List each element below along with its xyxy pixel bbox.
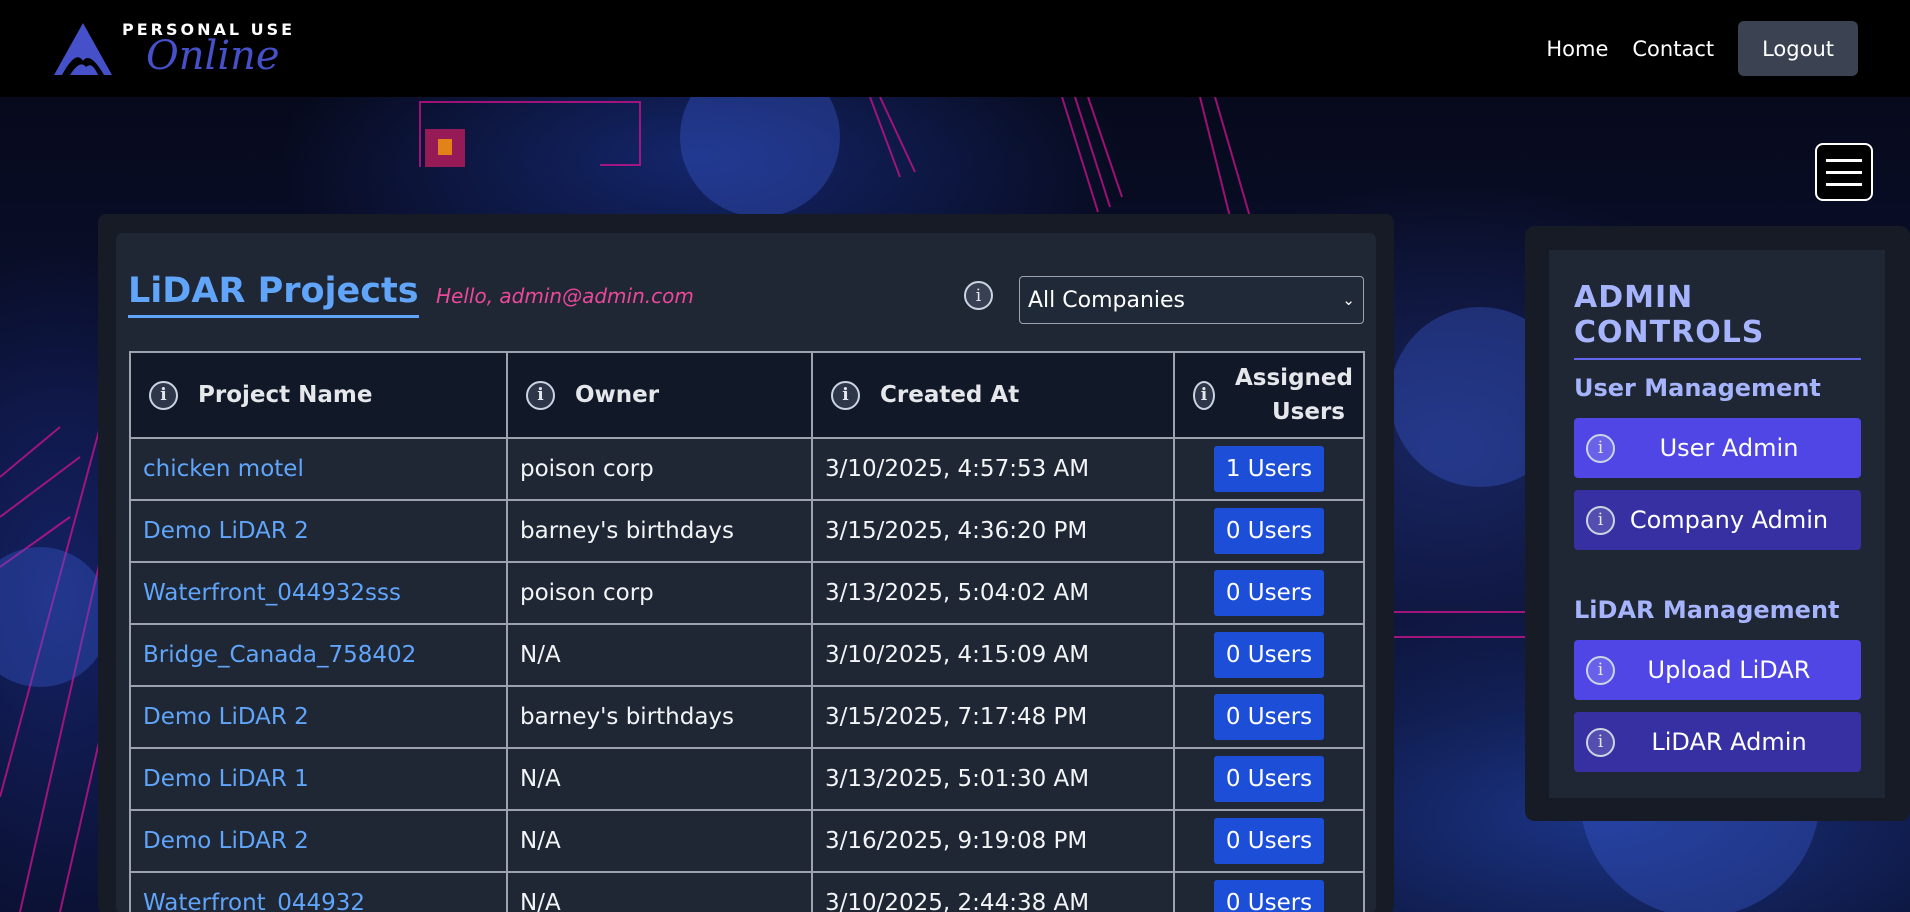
user-admin-label: User Admin — [1659, 434, 1799, 462]
created-at-cell: 3/10/2025, 4:57:53 AM — [811, 437, 1175, 501]
table-row: Demo LiDAR 2 barney's birthdays 3/15/202… — [129, 499, 1365, 563]
assigned-users-button[interactable]: 0 Users — [1213, 508, 1325, 554]
project-name-link[interactable]: Demo LiDAR 2 — [143, 704, 309, 730]
assigned-users-button[interactable]: 0 Users — [1213, 632, 1325, 678]
user-management-heading: User Management — [1574, 374, 1821, 402]
nav-link-home[interactable]: Home — [1546, 37, 1608, 61]
company-filter-value: All Companies — [1028, 287, 1186, 313]
assigned-users-button[interactable]: 1 Users — [1213, 446, 1325, 492]
company-admin-label: Company Admin — [1629, 506, 1829, 534]
project-name-info-icon[interactable]: i — [149, 380, 178, 410]
table-header-row: i Project Name i Owner i Created At i Assign… — [129, 351, 1365, 439]
chevron-down-icon: ⌄ — [1342, 291, 1355, 309]
company-filter-info-icon[interactable]: i — [964, 281, 993, 310]
created-at-cell: 3/16/2025, 9:19:08 PM — [811, 809, 1175, 873]
table-row: Demo LiDAR 1 N/A 3/13/2025, 5:01:30 AM 0… — [129, 747, 1365, 811]
user-admin-button[interactable]: i User Admin — [1574, 418, 1861, 478]
nav-link-contact[interactable]: Contact — [1632, 37, 1714, 61]
site-logo[interactable]: PERSONAL USE Online — [52, 19, 295, 79]
table-row: Waterfront_044932 N/A 3/10/2025, 2:44:38… — [129, 871, 1365, 912]
admin-controls-title: ADMIN CONTROLS — [1574, 280, 1861, 360]
created-at-header-label: Created At — [880, 382, 1020, 408]
logo-mountain-icon — [54, 22, 112, 75]
lidar-admin-button[interactable]: i LiDAR Admin — [1574, 712, 1861, 772]
project-name-link[interactable]: Demo LiDAR 1 — [143, 766, 309, 792]
assigned-users-button[interactable]: 0 Users — [1213, 694, 1325, 740]
project-name-link[interactable]: Waterfront_044932 — [143, 890, 365, 912]
project-name-header-label: Project Name — [198, 382, 373, 408]
upload-lidar-label: Upload LiDAR — [1647, 656, 1811, 684]
owner-info-icon[interactable]: i — [526, 380, 555, 410]
owner-cell: N/A — [506, 623, 813, 687]
project-name-link[interactable]: Demo LiDAR 2 — [143, 828, 309, 854]
assigned-users-info-icon[interactable]: i — [1193, 380, 1215, 410]
logout-button[interactable]: Logout — [1738, 21, 1858, 76]
company-filter-select[interactable]: All Companies ⌄ — [1019, 276, 1364, 324]
hamburger-line — [1826, 182, 1862, 186]
owner-cell: N/A — [506, 871, 813, 912]
table-row: Demo LiDAR 2 N/A 3/16/2025, 9:19:08 PM 0… — [129, 809, 1365, 873]
column-header-assigned-users: i Assigned Users — [1173, 351, 1365, 439]
assigned-users-button[interactable]: 0 Users — [1213, 756, 1325, 802]
created-at-cell: 3/13/2025, 5:04:02 AM — [811, 561, 1175, 625]
owner-cell: N/A — [506, 809, 813, 873]
project-name-link[interactable]: Bridge_Canada_758402 — [143, 642, 416, 668]
lidar-admin-label: LiDAR Admin — [1651, 728, 1807, 756]
column-header-owner: i Owner — [506, 351, 813, 439]
assigned-users-button[interactable]: 0 Users — [1213, 570, 1325, 616]
column-header-project-name: i Project Name — [129, 351, 508, 439]
lidar-admin-info-icon[interactable]: i — [1586, 727, 1615, 757]
logo-bottom-text: Online — [146, 32, 280, 79]
greeting-text: Hello, admin@admin.com — [436, 284, 694, 308]
table-row: Waterfront_044932sss poison corp 3/13/20… — [129, 561, 1365, 625]
created-at-cell: 3/13/2025, 5:01:30 AM — [811, 747, 1175, 811]
owner-cell: barney's birthdays — [506, 499, 813, 563]
created-at-info-icon[interactable]: i — [831, 380, 860, 410]
owner-header-label: Owner — [575, 382, 660, 408]
owner-cell: barney's birthdays — [506, 685, 813, 749]
project-name-link[interactable]: Waterfront_044932sss — [143, 580, 401, 606]
created-at-cell: 3/10/2025, 4:15:09 AM — [811, 623, 1175, 687]
table-row: Bridge_Canada_758402 N/A 3/10/2025, 4:15… — [129, 623, 1365, 687]
hamburger-menu-icon[interactable] — [1815, 143, 1873, 201]
owner-cell: poison corp — [506, 437, 813, 501]
created-at-cell: 3/10/2025, 2:44:38 AM — [811, 871, 1175, 912]
project-name-link[interactable]: Demo LiDAR 2 — [143, 518, 309, 544]
company-admin-info-icon[interactable]: i — [1586, 505, 1615, 535]
page-title: LiDAR Projects — [128, 272, 419, 318]
nav-links: Home Contact Logout — [1546, 21, 1858, 76]
lidar-management-heading: LiDAR Management — [1574, 596, 1840, 624]
assigned-users-header-label: Assigned Users — [1235, 364, 1353, 426]
assigned-users-button[interactable]: 0 Users — [1213, 818, 1325, 864]
assigned-users-button[interactable]: 0 Users — [1213, 880, 1325, 912]
top-navbar: PERSONAL USE Online Home Contact Logout — [0, 0, 1910, 97]
user-admin-info-icon[interactable]: i — [1586, 433, 1615, 463]
column-header-created-at: i Created At — [811, 351, 1175, 439]
projects-table: i Project Name i Owner i Created At i Assign… — [129, 351, 1365, 912]
owner-cell: poison corp — [506, 561, 813, 625]
owner-cell: N/A — [506, 747, 813, 811]
hamburger-line — [1826, 170, 1862, 174]
upload-lidar-button[interactable]: i Upload LiDAR — [1574, 640, 1861, 700]
hamburger-line — [1826, 158, 1862, 162]
table-row: chicken motel poison corp 3/10/2025, 4:5… — [129, 437, 1365, 501]
upload-lidar-info-icon[interactable]: i — [1586, 655, 1615, 685]
created-at-cell: 3/15/2025, 4:36:20 PM — [811, 499, 1175, 563]
logo-text: PERSONAL USE Online — [122, 21, 295, 79]
created-at-cell: 3/15/2025, 7:17:48 PM — [811, 685, 1175, 749]
project-name-link[interactable]: chicken motel — [143, 456, 304, 482]
table-row: Demo LiDAR 2 barney's birthdays 3/15/202… — [129, 685, 1365, 749]
company-admin-button[interactable]: i Company Admin — [1574, 490, 1861, 550]
